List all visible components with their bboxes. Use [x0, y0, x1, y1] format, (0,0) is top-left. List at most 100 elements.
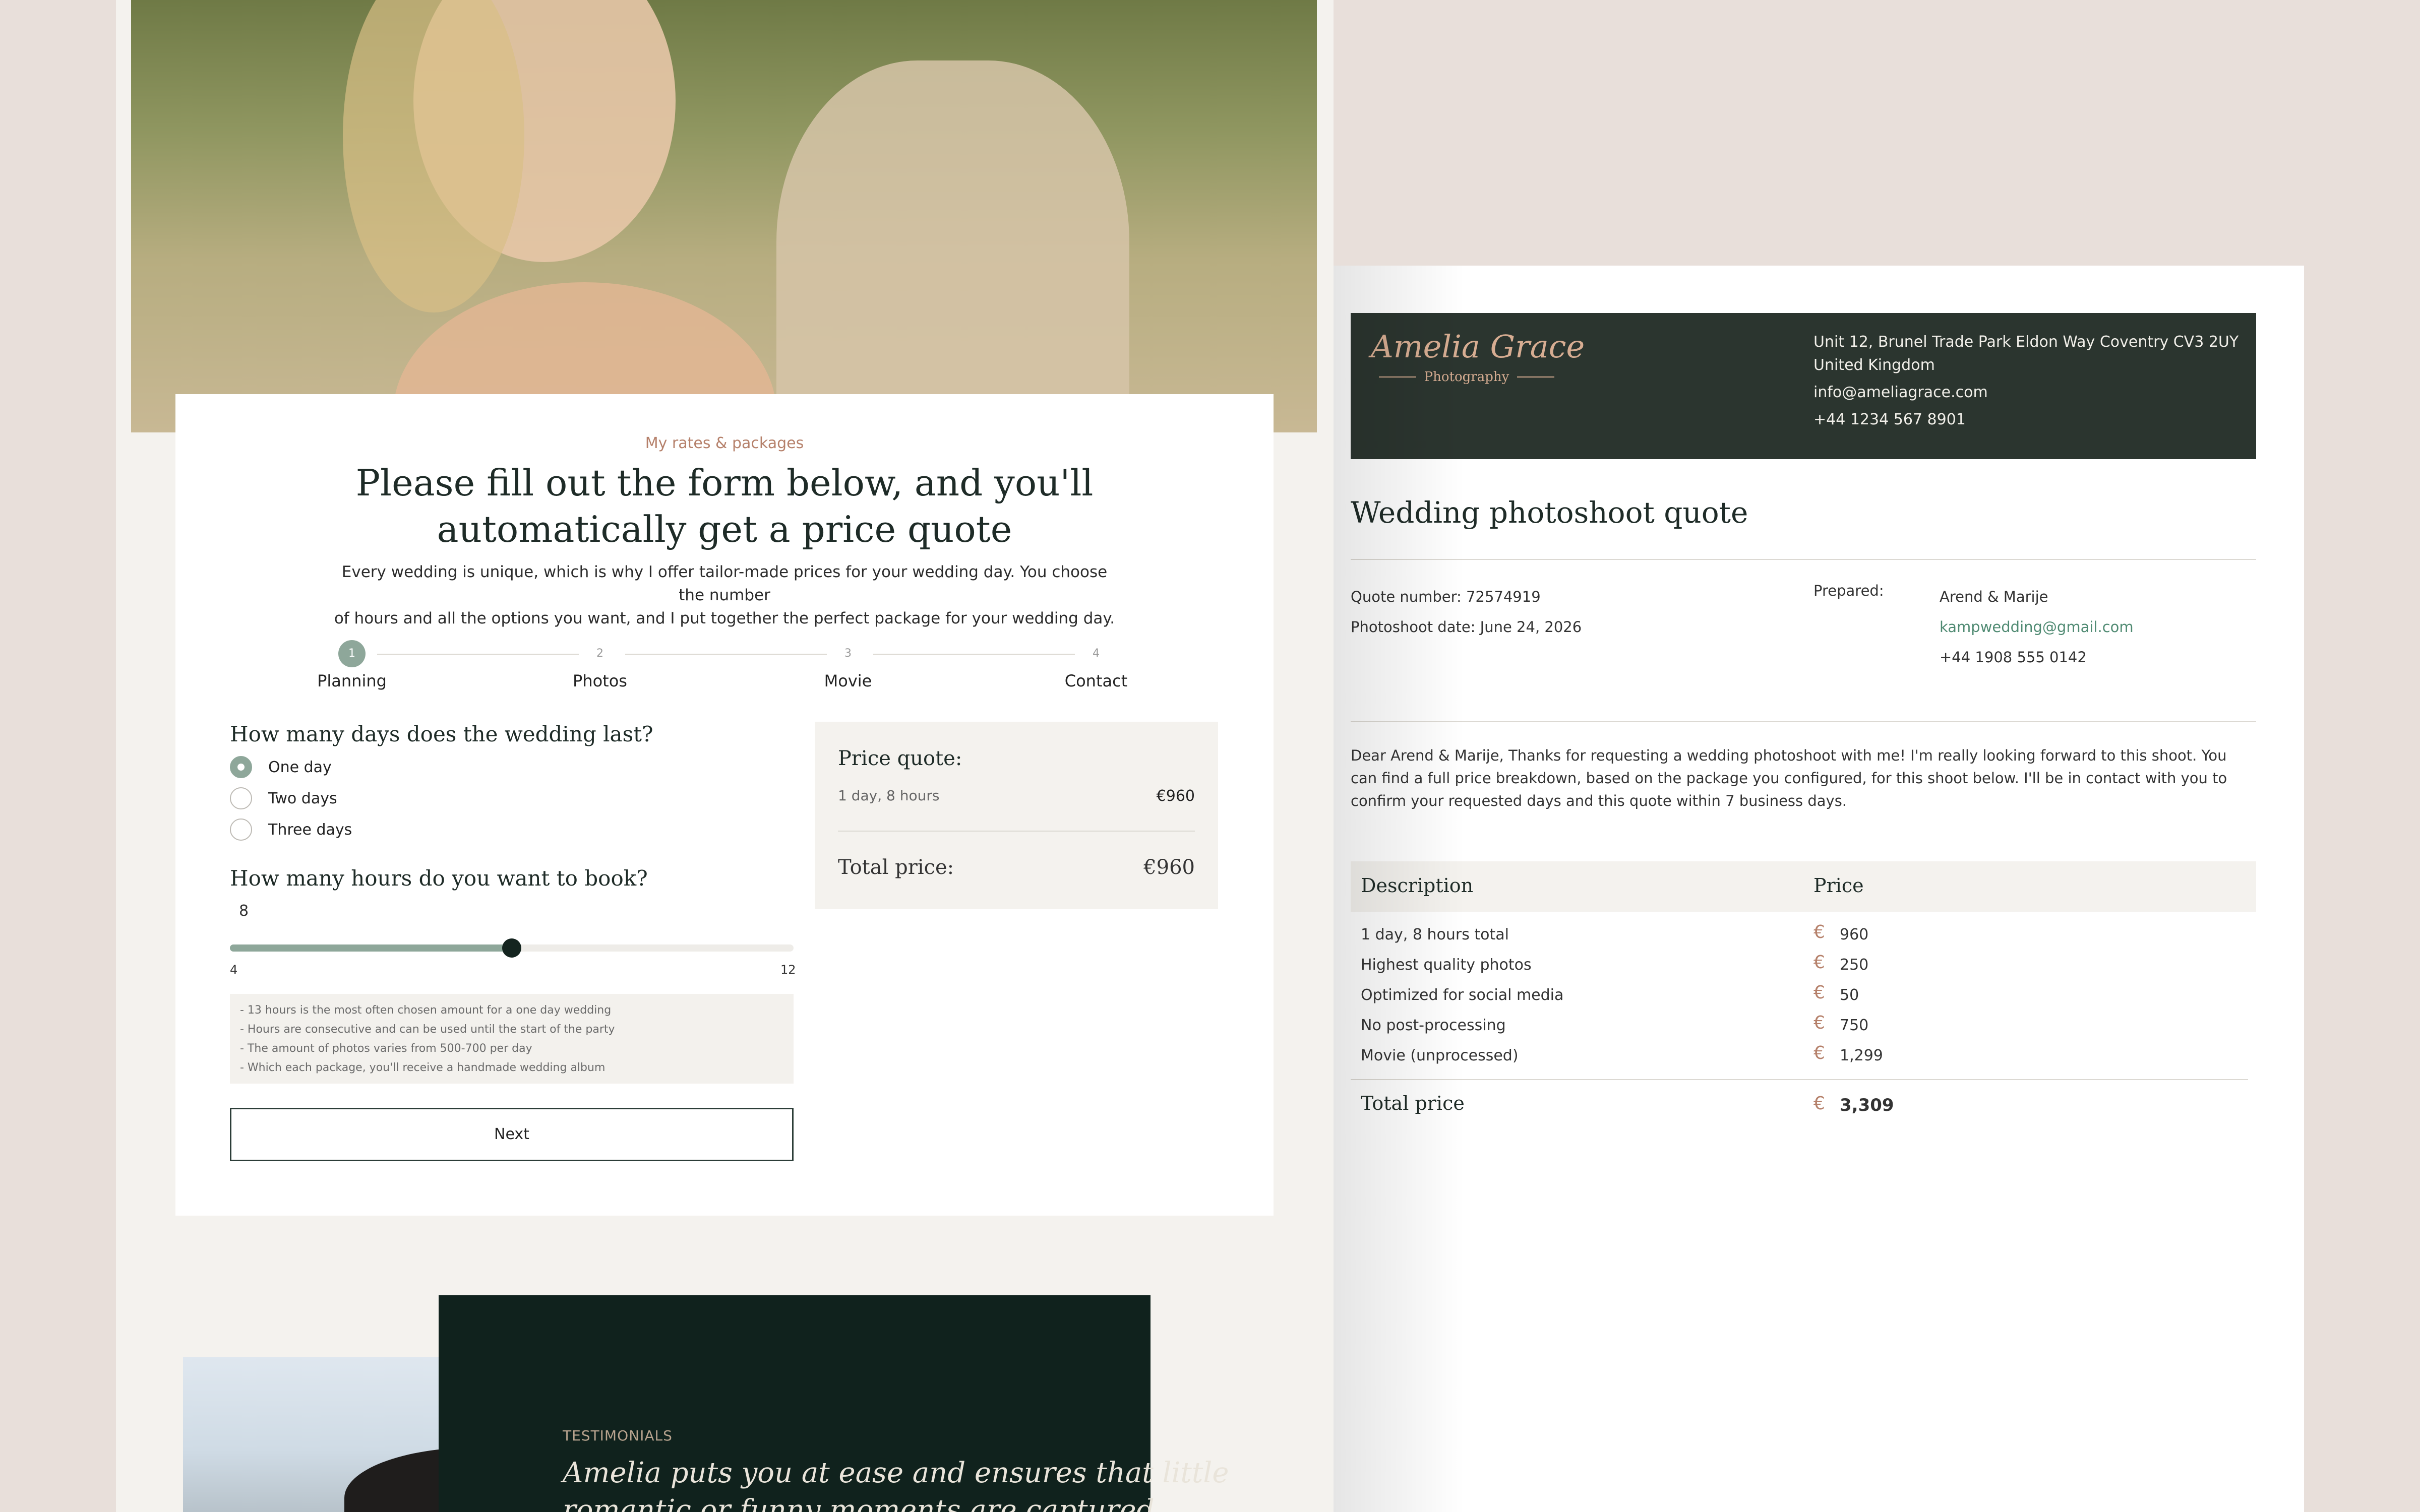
client-name: Arend & Marije — [1940, 588, 2048, 605]
letter-body: Dear Arend & Marije, Thanks for requesti… — [1351, 747, 2227, 809]
price-line-value: €960 — [1156, 787, 1195, 805]
step-label: Photos — [573, 671, 627, 690]
slider-min-label: 4 — [230, 963, 238, 977]
hero-jacket-shape — [776, 60, 1129, 432]
client-phone: +44 1908 555 0142 — [1940, 649, 2087, 666]
total-price-value: €960 — [1143, 856, 1195, 879]
step-movie[interactable]: 3 Movie — [777, 631, 919, 690]
logo-rule — [1517, 376, 1554, 377]
hero-photo-couple — [131, 0, 1317, 432]
price-table-header: Description Price — [1351, 861, 2256, 912]
price-divider — [838, 831, 1195, 832]
radio-two-days[interactable]: Two days — [230, 787, 337, 809]
radio-label: Two days — [268, 789, 337, 807]
divider — [1351, 559, 2256, 560]
hours-question: How many hours do you want to book? — [230, 866, 648, 891]
form-stepper: 1 Planning 2 Photos 3 Movie 4 Contact — [175, 631, 1274, 691]
testimonial-quote-line-1: Amelia puts you at ease and ensures that… — [563, 1457, 1229, 1489]
address-line-2: United Kingdom — [1813, 356, 1935, 374]
hours-value: 8 — [239, 902, 249, 920]
step-number: 4 — [1093, 647, 1100, 660]
note-line: - Hours are consecutive and can be used … — [240, 1023, 615, 1036]
note-line: - The amount of photos varies from 500-7… — [240, 1042, 532, 1055]
radio-one-day[interactable]: One day — [230, 756, 332, 778]
euro-icon: € — [1813, 1013, 1825, 1033]
euro-icon: € — [1813, 952, 1825, 973]
step-number: 1 — [338, 640, 366, 667]
testimonial-quote: Amelia puts you at ease and ensures that… — [563, 1455, 1229, 1512]
radio-label: Three days — [268, 821, 352, 839]
form-intro: Every wedding is unique, which is why I … — [327, 560, 1122, 630]
table-row-desc: Highest quality photos — [1361, 956, 1532, 974]
form-title-line-1: Please fill out the form below, and you'… — [355, 462, 1094, 504]
table-row-price: 1,299 — [1840, 1047, 1883, 1064]
doc-title: Wedding photoshoot quote — [1351, 495, 1748, 530]
logo-subtitle: Photography — [1371, 369, 1562, 385]
client-email[interactable]: kampwedding@gmail.com — [1940, 618, 2134, 636]
radio-checked-icon[interactable] — [230, 756, 252, 778]
hours-slider[interactable] — [230, 938, 794, 958]
form-intro-line-1: Every wedding is unique, which is why I … — [341, 563, 1108, 604]
company-email[interactable]: info@ameliagrace.com — [1813, 384, 1988, 401]
step-number: 2 — [596, 647, 603, 660]
radio-three-days[interactable]: Three days — [230, 818, 352, 841]
address-line-1: Unit 12, Brunel Trade Park Eldon Way Cov… — [1813, 333, 2239, 351]
table-row-price: 50 — [1840, 986, 1859, 1004]
divider — [1351, 721, 2256, 722]
euro-icon: € — [1813, 1043, 1825, 1063]
hours-slider-handle[interactable] — [502, 938, 521, 958]
note-line: - Which each package, you'll receive a h… — [240, 1061, 606, 1074]
step-label: Movie — [824, 671, 872, 690]
note-line: - 13 hours is the most often chosen amou… — [240, 1004, 612, 1017]
logo-wordmark: Amelia Grace — [1371, 328, 1585, 365]
col-description: Description — [1361, 874, 1474, 897]
section-eyebrow: My rates & packages — [645, 434, 804, 452]
hero-hair-shape — [343, 0, 524, 312]
price-line-desc: 1 day, 8 hours — [838, 787, 940, 804]
quote-number: Quote number: 72574919 — [1351, 588, 1541, 605]
col-price: Price — [1813, 874, 1864, 897]
logo-subtitle-text: Photography — [1424, 369, 1509, 385]
euro-icon: € — [1813, 982, 1825, 1003]
quote-document: Amelia Grace Photography Unit 12, Brunel… — [1334, 266, 2304, 1512]
step-number: 3 — [844, 647, 852, 660]
doc-header: Amelia Grace Photography Unit 12, Brunel… — [1351, 313, 2256, 459]
table-row-price: 960 — [1840, 926, 1869, 943]
table-row-desc: Movie (unprocessed) — [1361, 1047, 1519, 1064]
hours-slider-fill — [230, 944, 512, 952]
step-contact[interactable]: 4 Contact — [1025, 631, 1167, 690]
table-row-desc: No post-processing — [1361, 1017, 1506, 1034]
testimonial-quote-line-2: romantic or funny moments are captured — [563, 1494, 1155, 1512]
quote-form-card: My rates & packages Please fill out the … — [175, 394, 1274, 1216]
radio-label: One day — [268, 758, 332, 776]
step-label: Contact — [1064, 671, 1128, 690]
price-quote-title: Price quote: — [838, 747, 962, 770]
testimonials-eyebrow: TESTIMONIALS — [563, 1427, 673, 1444]
radio-unchecked-icon[interactable] — [230, 787, 252, 809]
rates-page: My rates & packages Please fill out the … — [116, 0, 1334, 1512]
euro-icon: € — [1813, 1093, 1825, 1114]
radio-unchecked-icon[interactable] — [230, 818, 252, 841]
testimonials-section: TESTIMONIALS Amelia puts you at ease and… — [439, 1295, 1229, 1512]
form-title-line-2: automatically get a price quote — [437, 508, 1012, 550]
price-quote-box: Price quote: 1 day, 8 hours €960 Total p… — [815, 722, 1218, 909]
next-button[interactable]: Next — [230, 1108, 794, 1161]
prepared-label: Prepared: — [1813, 582, 1884, 599]
days-question: How many days does the wedding last? — [230, 722, 653, 746]
total-price-label: Total price — [1361, 1092, 1465, 1114]
table-row-price: 250 — [1840, 956, 1869, 974]
step-photos[interactable]: 2 Photos — [529, 631, 671, 690]
step-planning[interactable]: 1 Planning — [281, 631, 422, 690]
form-intro-line-2: of hours and all the options you want, a… — [334, 609, 1115, 627]
logo-rule — [1379, 376, 1416, 377]
table-row-desc: Optimized for social media — [1361, 986, 1564, 1004]
total-price-label: Total price: — [838, 856, 954, 879]
euro-icon: € — [1813, 922, 1825, 942]
hours-notes: - 13 hours is the most often chosen amou… — [230, 994, 794, 1084]
photoshoot-date: Photoshoot date: June 24, 2026 — [1351, 618, 1582, 636]
form-title: Please fill out the form below, and you'… — [175, 460, 1274, 552]
total-price-value: 3,309 — [1840, 1095, 1894, 1115]
step-label: Planning — [317, 671, 387, 690]
divider — [1351, 1079, 2248, 1080]
slider-max-label: 12 — [780, 963, 796, 977]
